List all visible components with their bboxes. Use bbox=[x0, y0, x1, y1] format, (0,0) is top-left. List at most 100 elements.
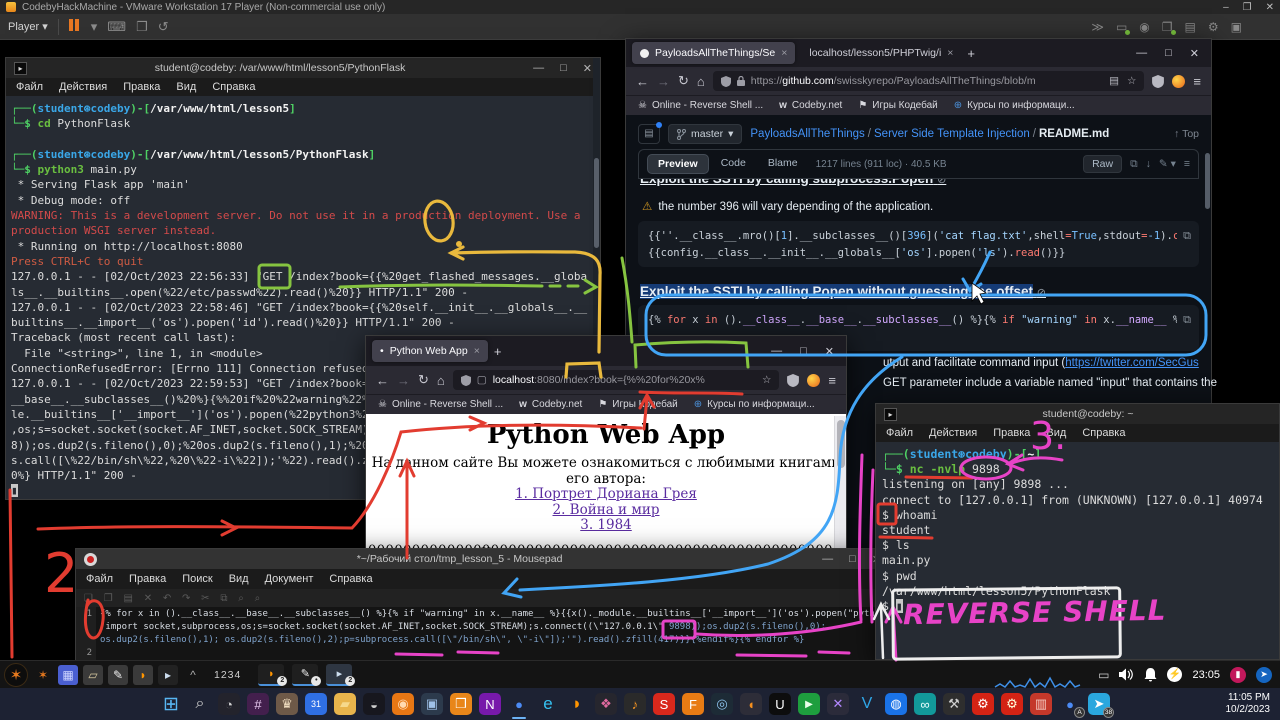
maps-icon[interactable]: ◍ bbox=[885, 693, 907, 715]
twitter-link[interactable]: https://twitter.com/SecGus bbox=[1065, 357, 1199, 369]
display-icon[interactable]: ▭ bbox=[1116, 20, 1127, 34]
start-icon[interactable]: ⊞ bbox=[160, 693, 182, 715]
menu-item[interactable]: Файл bbox=[86, 573, 113, 585]
menu-item[interactable]: Правка bbox=[129, 573, 166, 585]
menu-item[interactable]: Правка bbox=[993, 427, 1030, 439]
bookmark-games[interactable]: ⚑Игры Кодебай bbox=[858, 100, 937, 111]
home-button[interactable]: ⌂ bbox=[437, 373, 445, 388]
tab-close-icon[interactable]: × bbox=[947, 47, 953, 59]
protections-shield-icon[interactable] bbox=[787, 374, 799, 387]
mousepad-toolbar[interactable]: ❏ ❐ ▤ ✕ ↶ ↷ ✂ ⧉ ⌕ ⌕ bbox=[76, 589, 889, 607]
raw-button[interactable]: Raw bbox=[1083, 155, 1122, 173]
download-icon[interactable]: ↓ bbox=[1146, 158, 1151, 170]
tab-close-icon[interactable]: × bbox=[474, 345, 480, 357]
menu-icon[interactable]: ≡ bbox=[1193, 74, 1201, 89]
maximize-button[interactable]: □ bbox=[800, 345, 807, 358]
display-tray-icon[interactable]: ▭ bbox=[1098, 668, 1109, 682]
shell-terminal-output[interactable]: ┌──(student⊛codeby)-[~]└─$ nc -nvlp 9898… bbox=[876, 442, 1279, 659]
vmware-minimize-button[interactable]: – bbox=[1223, 2, 1229, 13]
virtualbox-icon[interactable]: ▣ bbox=[421, 693, 443, 715]
close-button[interactable]: ✕ bbox=[1190, 47, 1199, 60]
unity-icon[interactable]: ▣ bbox=[1231, 20, 1242, 34]
forward-button[interactable]: → bbox=[657, 74, 670, 89]
redgear1-icon[interactable]: ⚙ bbox=[972, 693, 994, 715]
fullscreen-icon[interactable]: ❐ bbox=[136, 19, 148, 35]
hdd-icon[interactable]: ▤ bbox=[1185, 20, 1196, 34]
tab-python-web-app[interactable]: • Python Web App × bbox=[372, 340, 488, 362]
blender-icon[interactable]: ◖ bbox=[740, 693, 762, 715]
menu-item[interactable]: Справка bbox=[212, 81, 255, 93]
volume-icon[interactable] bbox=[1119, 668, 1134, 681]
minimize-button[interactable]: — bbox=[822, 553, 833, 566]
menu-item[interactable]: Вид bbox=[1046, 427, 1066, 439]
code-block-subprocess[interactable]: {{''.__class__.mro()[1].__subclasses__()… bbox=[638, 221, 1199, 267]
menu-item[interactable]: Действия bbox=[929, 427, 977, 439]
firefox-icon[interactable]: ◗ bbox=[566, 693, 588, 715]
new-tab-button[interactable]: + bbox=[494, 344, 502, 359]
pause-vm-button[interactable] bbox=[69, 19, 81, 34]
payload-text[interactable]: {% for x in ().__class__.__base__.__subc… bbox=[96, 607, 889, 661]
menu-item[interactable]: Документ bbox=[265, 573, 314, 585]
home-button[interactable]: ⌂ bbox=[697, 74, 705, 89]
tab-preview[interactable]: Preview bbox=[647, 154, 709, 174]
bookmark-reverse-shell[interactable]: ☠Online - Reverse Shell ... bbox=[378, 399, 503, 410]
visualstudio-icon[interactable]: ✕ bbox=[827, 693, 849, 715]
tab-payloadsallthethings[interactable]: PayloadsAllTheThings/Se × bbox=[632, 42, 795, 64]
bookmark-reverse-shell[interactable]: ☠Online - Reverse Shell ... bbox=[638, 100, 763, 111]
devices-icon[interactable]: ❐ bbox=[1162, 20, 1173, 34]
davinci-icon[interactable]: ❖ bbox=[595, 693, 617, 715]
vmware-restore-button[interactable]: ❐ bbox=[1243, 2, 1252, 13]
substance-icon[interactable]: S bbox=[653, 693, 675, 715]
menu-item[interactable]: Файл bbox=[886, 427, 913, 439]
maximize-button[interactable]: □ bbox=[849, 553, 856, 566]
network-icon[interactable]: ≫ bbox=[1091, 20, 1104, 34]
minimize-button[interactable]: — bbox=[533, 62, 544, 75]
url-bar[interactable]: ▢ localhost:8080/index?book={%%20for%20x… bbox=[453, 370, 780, 390]
menu-item[interactable]: Вид bbox=[176, 81, 196, 93]
bookmark-courses[interactable]: ⊕Курсы по информаци... bbox=[954, 100, 1075, 111]
updates-icon[interactable]: ➤ bbox=[1256, 667, 1272, 683]
top-link[interactable]: ↑ Top bbox=[1174, 128, 1199, 140]
maximize-button[interactable]: □ bbox=[560, 62, 567, 75]
bookmark-courses[interactable]: ⊕Курсы по информаци... bbox=[694, 399, 815, 410]
portrait-app-icon[interactable]: ♛ bbox=[276, 693, 298, 715]
notifications-bell-icon[interactable] bbox=[1144, 668, 1157, 682]
flask-terminal-titlebar[interactable]: ▸ student@codeby: /var/www/html/lesson5/… bbox=[6, 58, 600, 78]
pc-app-icon[interactable]: ▶ bbox=[798, 693, 820, 715]
breadcrumb-folder[interactable]: Server Side Template Injection bbox=[874, 128, 1030, 140]
branch-selector[interactable]: master ▾ bbox=[668, 124, 742, 144]
slack-icon[interactable]: # bbox=[247, 693, 269, 715]
vscode-icon[interactable]: V bbox=[856, 693, 878, 715]
outline-icon[interactable]: ≡ bbox=[1184, 158, 1190, 170]
reload-button[interactable]: ↻ bbox=[418, 372, 429, 388]
unreal-icon[interactable]: U bbox=[769, 693, 791, 715]
terminal-launcher-icon[interactable]: ▸ bbox=[158, 665, 178, 685]
redbox-icon[interactable]: ▥ bbox=[1030, 693, 1052, 715]
firefox-window-button[interactable]: ◗2 bbox=[258, 664, 284, 686]
terminal-window-button[interactable]: ▸2 bbox=[326, 664, 352, 686]
menu-item[interactable]: Справка bbox=[1082, 427, 1125, 439]
player-menu[interactable]: Player ▾ bbox=[8, 20, 48, 33]
url-bar[interactable]: https://github.com/swisskyrepo/PayloadsA… bbox=[713, 71, 1145, 91]
pause-dropdown[interactable]: ▾ bbox=[91, 19, 98, 35]
settings-icon[interactable]: ⚙ bbox=[1208, 20, 1219, 34]
telegram-icon[interactable]: ➤38 bbox=[1088, 693, 1110, 715]
menu-item[interactable]: Файл bbox=[16, 81, 43, 93]
widgets-icon[interactable]: ◔ bbox=[218, 693, 240, 715]
workspace-pager[interactable]: 1234 bbox=[208, 669, 247, 681]
copy-icon[interactable]: ⧉ bbox=[1177, 311, 1191, 328]
desktop-icon[interactable]: ▦ bbox=[58, 665, 78, 685]
file-tree-toggle[interactable]: ▤ bbox=[638, 124, 660, 144]
mousepad-editor[interactable]: 12 {% for x in ().__class__.__base__.__s… bbox=[76, 607, 889, 661]
lock-screen-icon[interactable]: ▮ bbox=[1230, 667, 1246, 683]
record-icon[interactable]: ◉ bbox=[1139, 20, 1149, 34]
arduino-icon[interactable]: ∞ bbox=[914, 693, 936, 715]
onenote-icon[interactable]: N bbox=[479, 693, 501, 715]
search-icon[interactable]: ⌕ bbox=[189, 693, 211, 715]
tools-icon[interactable]: ⚒ bbox=[943, 693, 965, 715]
host-clock[interactable]: 11:05 PM 10/2/2023 bbox=[1226, 692, 1271, 716]
bookmark-star-icon[interactable]: ☆ bbox=[762, 374, 771, 386]
reload-button[interactable]: ↻ bbox=[678, 73, 689, 89]
file-manager-icon[interactable]: ▱ bbox=[83, 665, 103, 685]
forward-button[interactable]: → bbox=[397, 373, 410, 388]
